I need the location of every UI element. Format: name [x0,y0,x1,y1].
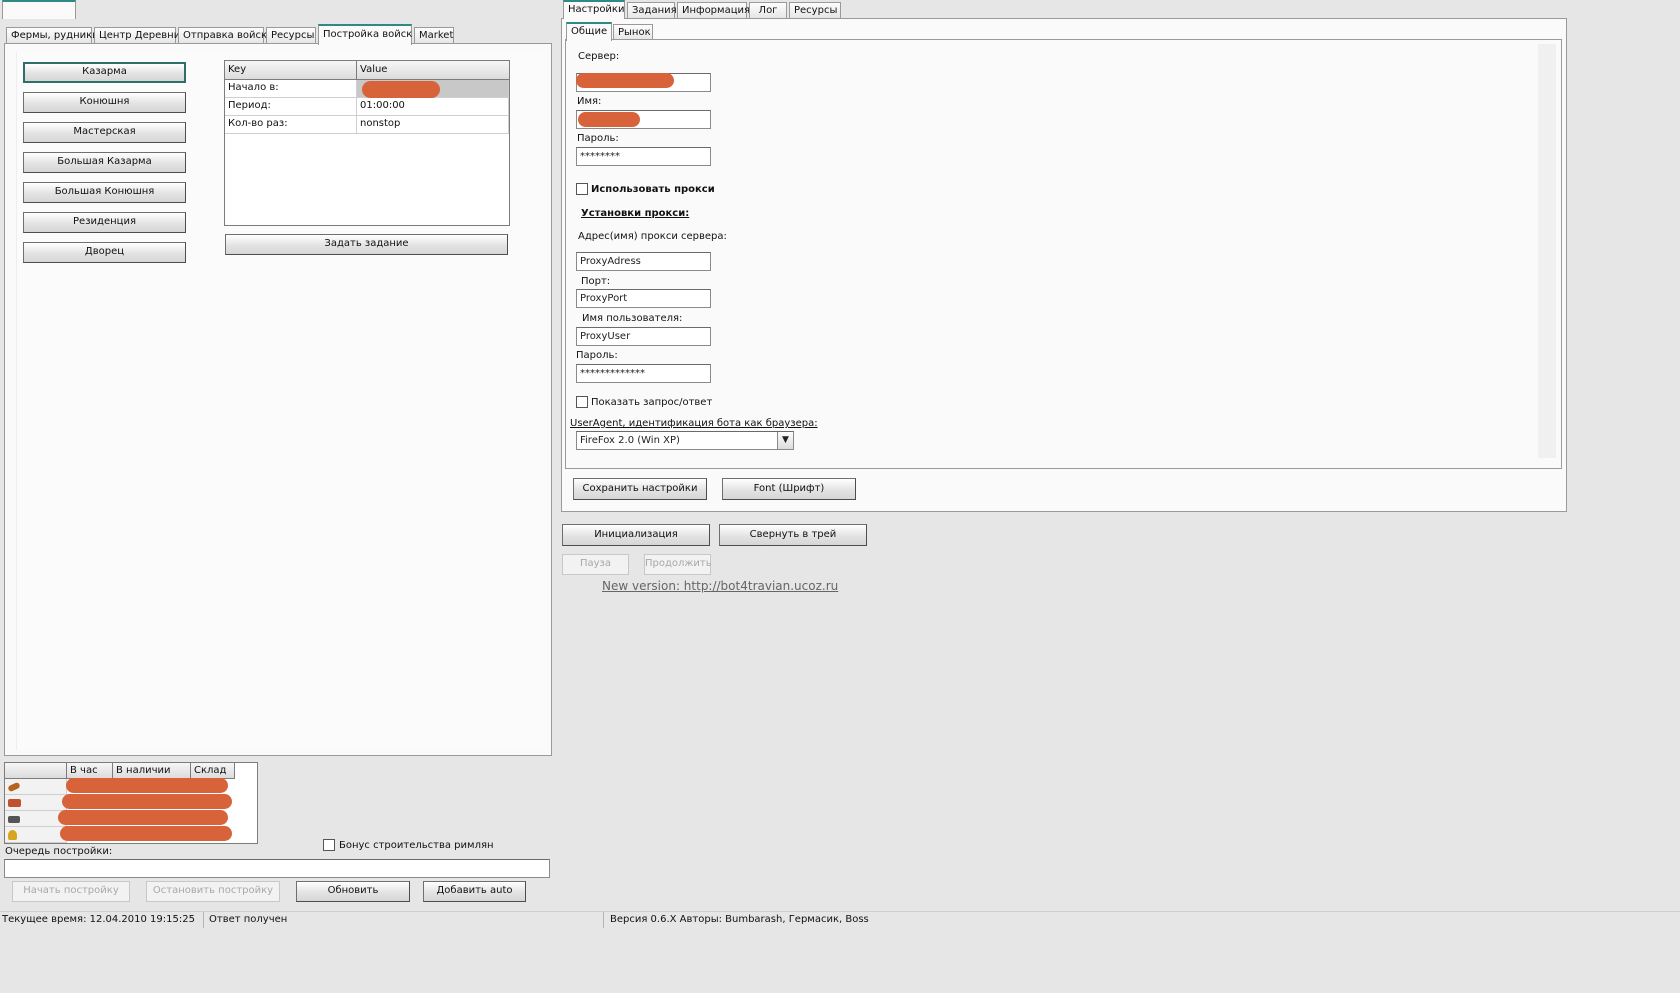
tab-farms-mines[interactable]: Фермы, рудники [6,27,99,44]
redacted-name [578,112,640,127]
init-button[interactable]: Инициализация [562,524,710,546]
roman-bonus-checkbox[interactable] [323,839,335,851]
status-divider-1 [203,912,204,928]
show-request-checkbox[interactable] [576,396,588,408]
use-proxy-checkbox[interactable] [576,183,588,195]
grid-row-count-value[interactable]: nonstop [357,116,509,134]
redacted-server [576,73,674,88]
building-button-barracks[interactable]: Казарма [23,62,186,83]
refresh-button[interactable]: Обновить [296,881,410,902]
useragent-label: UserAgent, идентификация бота как браузе… [570,418,818,429]
clay-icon [8,799,21,807]
resources-row-crop [5,827,67,843]
redacted-start-time [362,81,440,98]
resources-header-storage: Склад [191,763,235,779]
redacted-resources-4 [60,826,232,841]
grid-row-period-value[interactable]: 01:00:00 [357,98,509,116]
general-settings-page [565,39,1562,469]
continue-button[interactable]: Продолжить [644,554,712,575]
pause-button[interactable]: Пауза [562,554,629,575]
building-button-great-stable[interactable]: Большая Конюшня [23,182,186,203]
tab-send-troops[interactable]: Отправка войск [178,27,267,44]
resources-header-available: В наличии [113,763,191,779]
proxy-password-label: Пароль: [576,350,618,361]
queue-label: Очередь постройки: [5,846,113,857]
crop-icon [8,830,17,840]
tab-log[interactable]: Лог [749,2,787,19]
add-auto-button[interactable]: Добавить auto [423,881,526,902]
status-current-time: Текущее время: 12.04.2010 19:15:25 [2,914,195,925]
roman-bonus-label: Бонус строительства римлян [339,840,494,851]
building-button-residence[interactable]: Резиденция [23,212,186,233]
minimize-to-tray-button[interactable]: Свернуть в трей [719,524,867,546]
grid-row-start-key: Начало в: [225,80,357,98]
start-build-button[interactable]: Начать постройку [12,881,130,902]
building-button-stable[interactable]: Конюшня [23,92,186,113]
tab-resources[interactable]: Ресурсы [266,27,316,44]
tab-resources-right[interactable]: Ресурсы [789,2,841,19]
village-tab[interactable] [2,0,76,19]
tab-info[interactable]: Информация [677,2,750,19]
queue-list[interactable] [4,859,550,878]
wood-icon [7,781,21,793]
tab-market[interactable]: Market [414,27,454,44]
set-task-button[interactable]: Задать задание [225,234,508,255]
new-version-link[interactable]: New version: http://bot4travian.ucoz.ru [602,579,838,593]
redacted-resources-1 [66,778,228,793]
server-label: Сервер: [578,51,620,62]
grid-row-count-key: Кол-во раз: [225,116,357,134]
resources-row-wood [5,779,67,795]
proxy-username-input[interactable]: ProxyUser [576,327,711,346]
proxy-port-input[interactable]: ProxyPort [576,289,711,308]
grid-header-value[interactable]: Value [357,61,509,80]
building-button-workshop[interactable]: Мастерская [23,122,186,143]
save-settings-button[interactable]: Сохранить настройки [573,478,707,500]
iron-icon [8,816,20,823]
password-input[interactable]: ******** [576,147,711,166]
stop-build-button[interactable]: Остановить постройку [146,881,280,902]
proxy-port-label: Порт: [581,276,611,287]
proxy-password-input[interactable]: ************* [576,364,711,383]
redacted-resources-2 [62,794,232,809]
password-label: Пароль: [577,133,619,144]
status-divider-2 [603,912,604,928]
building-button-palace[interactable]: Дворец [23,242,186,263]
grid-row-period-key: Период: [225,98,357,116]
tab-settings[interactable]: Настройки [563,0,625,19]
chevron-down-icon[interactable]: ▼ [777,432,793,449]
redacted-resources-3 [58,810,228,825]
proxy-address-label: Адрес(имя) прокси сервера: [578,231,727,242]
name-label: Имя: [577,96,602,107]
use-proxy-label: Использовать прокси [591,184,715,195]
grid-header-key[interactable]: Key [225,61,357,80]
font-button[interactable]: Font (Шрифт) [722,478,856,500]
status-response: Ответ получен [209,914,288,925]
building-button-great-barracks[interactable]: Большая Казарма [23,152,186,173]
tab-build-troops[interactable]: Постройка войск [318,24,412,45]
resources-header-per-hour: В час [67,763,113,779]
tab-village-center[interactable]: Центр Деревни [94,27,180,44]
proxy-address-input[interactable]: ProxyAdress [576,252,711,271]
subtab-general[interactable]: Общие [566,22,612,41]
resources-header-blank [5,763,67,779]
show-request-label: Показать запрос/ответ [591,397,713,408]
status-version-authors: Версия 0.6.X Авторы: Bumbarash, Гермасик… [610,914,869,925]
tab-tasks[interactable]: Задания [627,2,677,19]
resources-row-clay [5,795,67,811]
useragent-select[interactable]: FireFox 2.0 (Win XP) ▼ [576,431,794,450]
general-settings-scroll-area [1538,44,1556,458]
proxy-username-label: Имя пользователя: [582,313,683,324]
useragent-selected-value: FireFox 2.0 (Win XP) [580,435,680,446]
proxy-settings-header: Установки прокси: [581,208,690,219]
